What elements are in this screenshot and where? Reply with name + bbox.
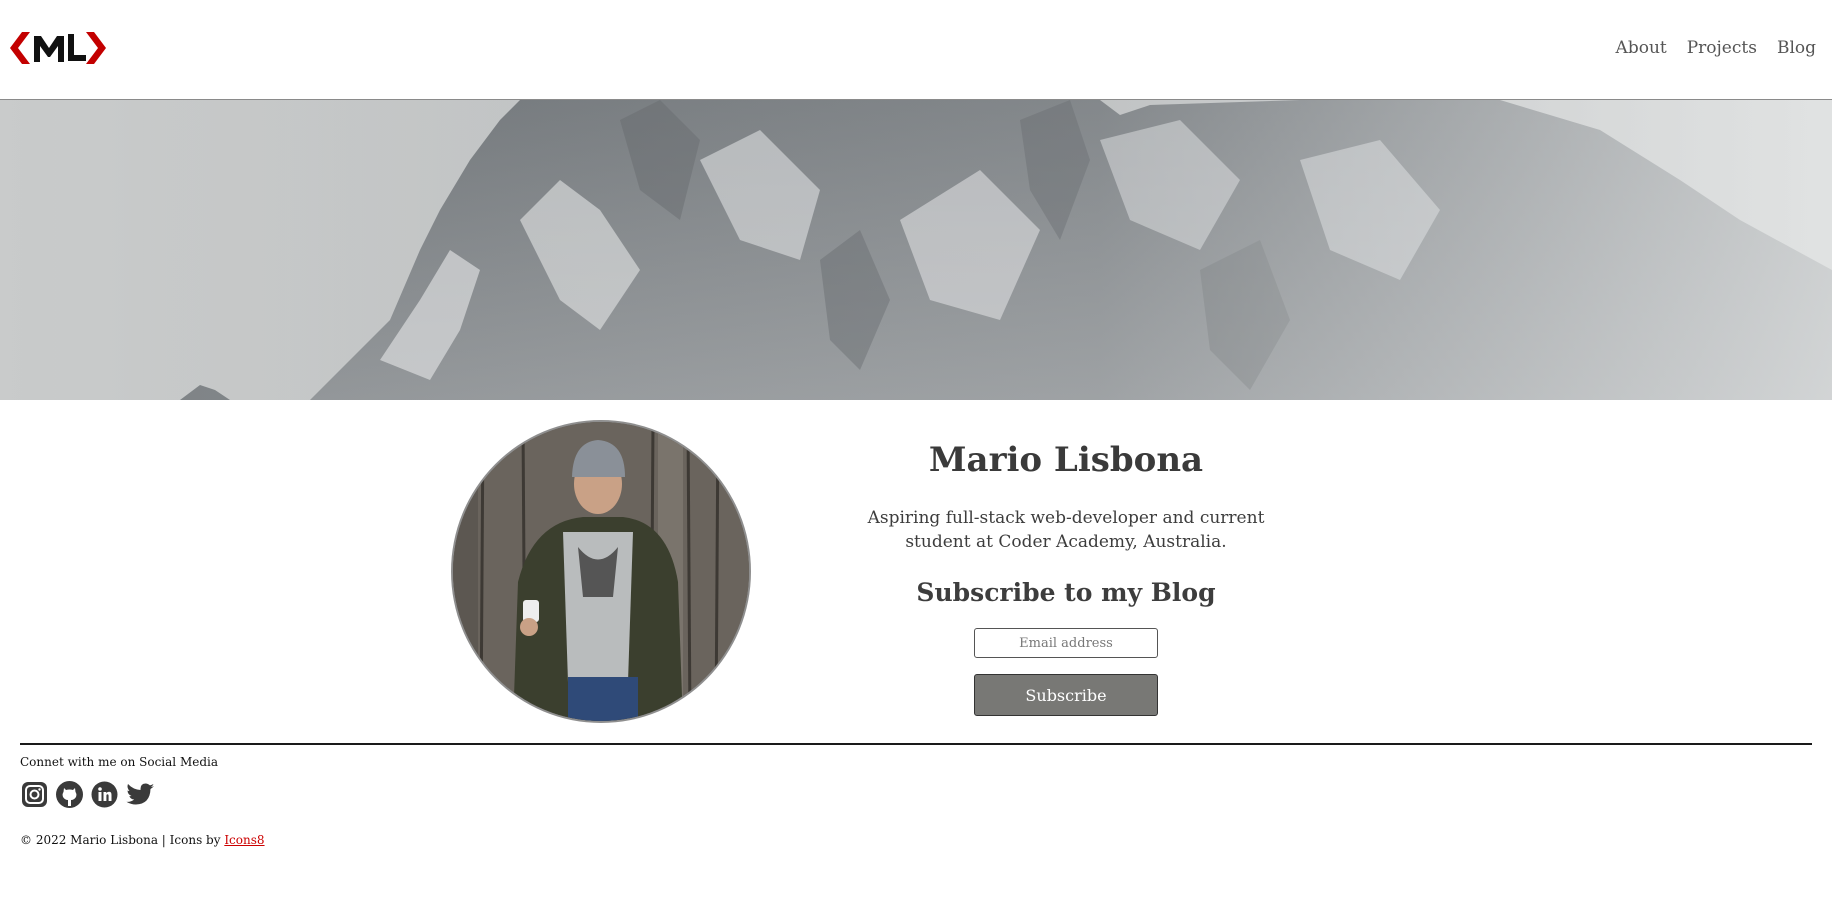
subscribe-heading: Subscribe to my Blog: [916, 578, 1216, 607]
footer-divider: [20, 743, 1812, 745]
instagram-icon[interactable]: [20, 780, 49, 809]
email-input[interactable]: [974, 628, 1158, 658]
nav-blog-link[interactable]: Blog: [1777, 38, 1816, 58]
main-nav: About Projects Blog: [1616, 38, 1816, 58]
profile-photo: [451, 420, 751, 723]
copyright: © 2022 Mario Lisbona | Icons by Icons8: [20, 833, 265, 847]
github-icon[interactable]: [55, 780, 84, 809]
site-header: About Projects Blog: [0, 0, 1832, 100]
profile-info: Mario Lisbona Aspiring full-stack web-de…: [820, 436, 1312, 716]
subscribe-button[interactable]: Subscribe: [974, 674, 1158, 716]
logo[interactable]: [8, 30, 108, 66]
icons8-link[interactable]: Icons8: [224, 833, 264, 847]
twitter-icon[interactable]: [125, 780, 154, 809]
hero-mountain-image: [0, 100, 1832, 400]
nav-projects-link[interactable]: Projects: [1687, 38, 1757, 58]
profile-name: Mario Lisbona: [928, 440, 1204, 480]
profile-bio: Aspiring full-stack web-developer and cu…: [867, 508, 1265, 552]
social-icons: [20, 780, 154, 809]
nav-about-link[interactable]: About: [1616, 38, 1667, 58]
copyright-text: © 2022 Mario Lisbona | Icons by: [20, 833, 225, 847]
social-heading: Connet with me on Social Media: [20, 755, 219, 769]
linkedin-icon[interactable]: [90, 780, 119, 809]
